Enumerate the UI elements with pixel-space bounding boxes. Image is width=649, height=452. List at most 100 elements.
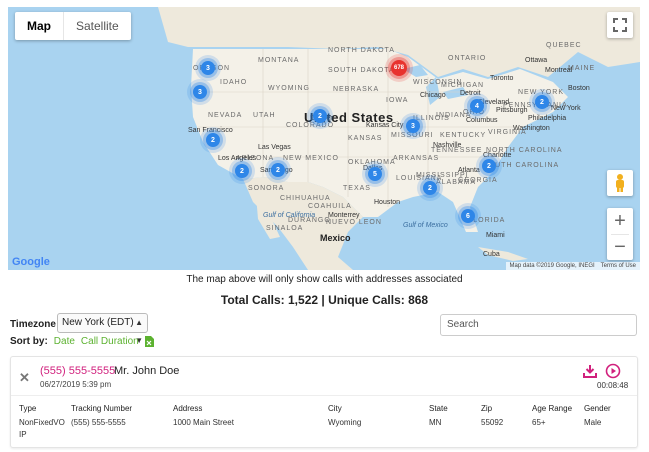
timezone-select[interactable]: New York (EDT) ▲ ▼: [57, 313, 148, 345]
map-type-control: Map Satellite: [15, 12, 131, 40]
state-label: NUEVO LEON: [326, 219, 382, 226]
fullscreen-button[interactable]: [607, 12, 633, 38]
state-label: SOUTH DAKOTA: [328, 67, 395, 74]
header-state: State: [429, 404, 448, 413]
header-type: Type: [19, 404, 37, 413]
street-view-button[interactable]: [607, 170, 633, 196]
state-label: KANSAS: [348, 135, 383, 142]
city-label: Kansas City: [366, 122, 404, 129]
city-label: Columbus: [466, 117, 498, 124]
state-label: LOUISIANA: [396, 175, 443, 182]
zoom-in-button[interactable]: +: [607, 208, 633, 234]
sort-label: Sort by:: [10, 336, 48, 347]
sort-duration-link[interactable]: Call Duration: [81, 336, 139, 347]
state-label: GEORGIA: [458, 177, 498, 184]
city-label: New York: [551, 105, 581, 112]
timezone-value: New York (EDT): [62, 317, 134, 328]
city-label: Atlanta: [458, 167, 480, 174]
caller-phone[interactable]: (555) 555-5555: [40, 365, 115, 377]
sort-date-link[interactable]: Date: [54, 336, 75, 347]
cluster-marker[interactable]: 2: [271, 163, 285, 177]
cluster-marker[interactable]: 6: [461, 209, 475, 223]
state-label: SINALOA: [266, 225, 304, 232]
value-type: NonFixedVOIP: [19, 418, 65, 439]
call-datetime: 06/27/2019 5:39 pm: [40, 380, 112, 389]
cluster-marker[interactable]: 2: [423, 181, 437, 195]
city-label: Los Angeles: [218, 155, 257, 162]
header-gender: Gender: [584, 404, 611, 413]
city-label: Nashville: [433, 142, 462, 149]
export-excel-icon[interactable]: [144, 336, 154, 347]
fullscreen-icon: [613, 18, 627, 32]
header-city: City: [328, 404, 342, 413]
value-state: MN: [429, 418, 442, 427]
state-label: ONTARIO: [448, 55, 487, 62]
city-label: Detroit: [460, 90, 481, 97]
search-input[interactable]: Search: [440, 314, 637, 336]
country-label-mexico: Mexico: [320, 233, 351, 243]
zoom-out-button[interactable]: −: [607, 234, 633, 260]
city-label: Washington: [513, 125, 550, 132]
call-totals: Total Calls: 1,522 | Unique Calls: 868: [220, 293, 429, 307]
state-label: KENTUCKY: [440, 132, 487, 139]
state-label: QUEBEC: [546, 42, 582, 49]
state-label: MONTANA: [258, 57, 300, 64]
map-data-credit: Map data ©2019 Google, INEGI: [509, 263, 595, 269]
cluster-marker-large[interactable]: 678: [391, 60, 407, 76]
city-label: Boston: [568, 85, 590, 92]
city-label: Chicago: [420, 92, 446, 99]
pegman-icon: [616, 174, 624, 192]
state-label: NEBRASKA: [333, 86, 380, 93]
header-zip: Zip: [481, 404, 493, 413]
city-label: Philadelphia: [528, 115, 567, 122]
sort-bar: Sort by: Date Call Duration: [10, 336, 154, 347]
terms-link[interactable]: Terms of Use: [601, 263, 636, 269]
value-city: Wyoming: [328, 418, 362, 427]
state-label: COLORADO: [286, 122, 335, 129]
city-label: Montreal: [545, 67, 573, 74]
city-label: Monterrey: [328, 212, 360, 219]
download-icon[interactable]: [583, 364, 597, 378]
zoom-control: + −: [607, 208, 633, 260]
cluster-marker[interactable]: 2: [535, 95, 549, 109]
state-label: IOWA: [386, 97, 409, 104]
value-zip: 55092: [481, 418, 504, 427]
header-address: Address: [173, 404, 203, 413]
cluster-marker[interactable]: 2: [313, 109, 327, 123]
google-logo[interactable]: Google: [12, 256, 50, 268]
country-label-cuba: Cuba: [483, 251, 500, 258]
value-age-range: 65+: [532, 418, 546, 427]
map-note: The map above will only show calls with …: [186, 274, 463, 285]
city-label: Charlotte: [483, 152, 512, 159]
call-duration: 00:08:48: [597, 381, 629, 390]
cluster-marker[interactable]: 3: [193, 85, 207, 99]
map-type-satellite-button[interactable]: Satellite: [63, 12, 131, 40]
header-tracking-number: Tracking Number: [71, 404, 133, 413]
play-icon[interactable]: [605, 363, 621, 379]
city-label: Toronto: [490, 75, 514, 82]
state-label: MISSOURI: [391, 132, 434, 139]
map-type-map-button[interactable]: Map: [15, 12, 63, 40]
cluster-marker[interactable]: 2: [206, 133, 220, 147]
cluster-marker[interactable]: 5: [368, 167, 382, 181]
state-label: ARKANSAS: [393, 155, 440, 162]
cluster-marker[interactable]: 2: [235, 164, 249, 178]
state-label: CHIHUAHUA: [280, 195, 331, 202]
state-label: NEVADA: [208, 112, 243, 119]
cluster-marker[interactable]: 4: [470, 99, 484, 113]
value-address: 1000 Main Street: [173, 418, 234, 427]
water-label: Gulf of California: [263, 212, 316, 219]
state-label: COAHUILA: [308, 203, 352, 210]
city-label: Houston: [374, 199, 401, 206]
close-icon[interactable]: ✕: [19, 370, 30, 386]
cluster-marker[interactable]: 3: [201, 61, 215, 75]
header-age-range: Age Range: [532, 404, 573, 413]
state-label: SONORA: [248, 185, 285, 192]
map[interactable]: United States Mexico Cuba NORTH DAKOTA S…: [8, 7, 640, 270]
cluster-marker[interactable]: 3: [406, 119, 420, 133]
cluster-marker[interactable]: 2: [482, 159, 496, 173]
city-label: Miami: [486, 232, 505, 239]
state-label: TEXAS: [343, 185, 371, 192]
state-label: NORTH DAKOTA: [328, 47, 395, 54]
city-label: Ottawa: [525, 57, 548, 64]
